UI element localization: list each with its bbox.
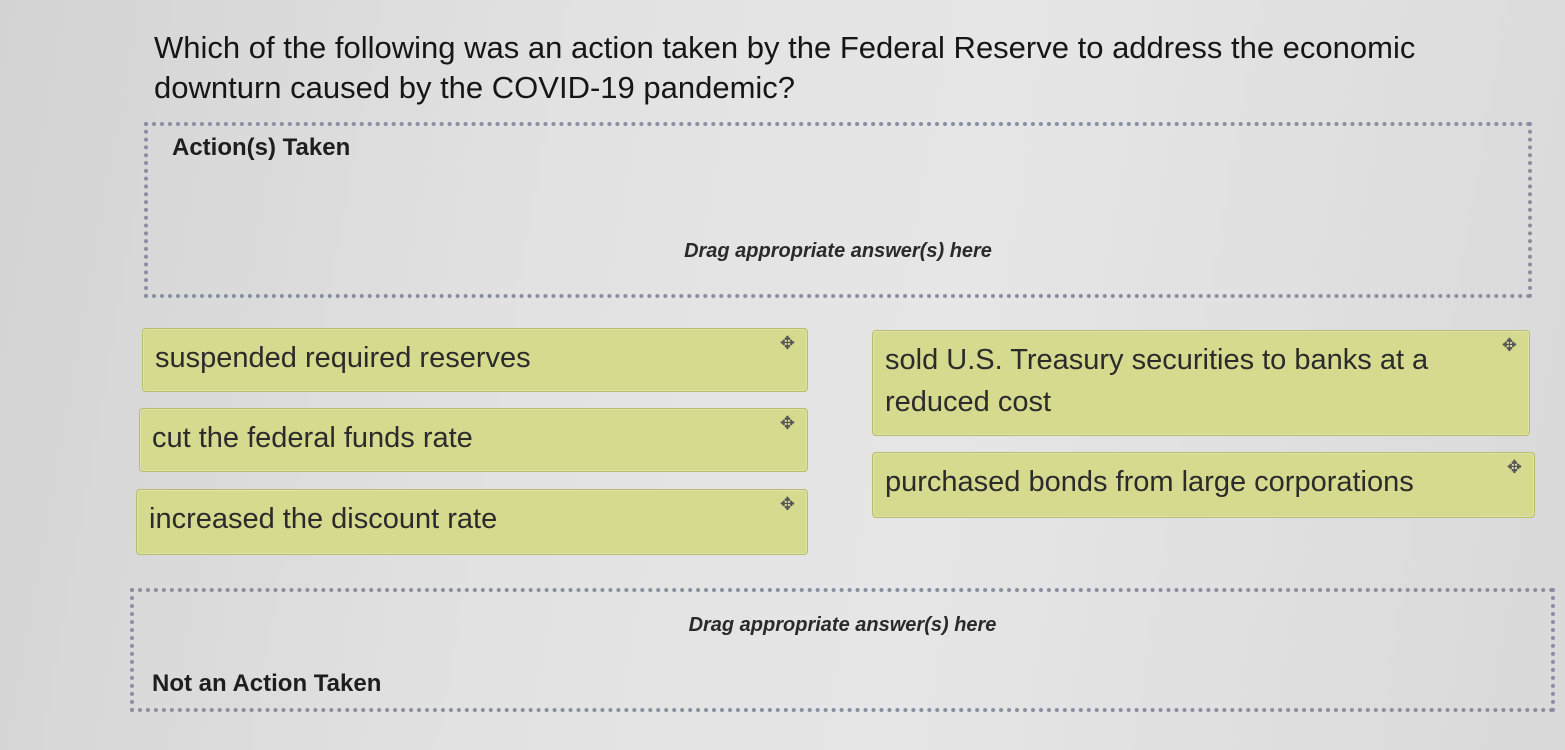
answer-tile-label: suspended required reserves xyxy=(155,342,531,374)
answer-tile-cut-federal-funds-rate[interactable]: cut the federal funds rate ✥ xyxy=(139,408,808,472)
answer-tile-suspended-required-reserves[interactable]: suspended required reserves ✥ xyxy=(142,328,808,392)
answer-tile-label: sold U.S. Treasury securities to banks a… xyxy=(885,344,1429,418)
answer-tile-label: cut the federal funds rate xyxy=(152,422,473,454)
dropzone-label: Action(s) Taken xyxy=(172,134,351,161)
move-icon: ✥ xyxy=(779,494,795,514)
answer-tile-purchased-corporate-bonds[interactable]: purchased bonds from large corporations … xyxy=(872,452,1535,518)
drop-hint: Drag appropriate answer(s) here xyxy=(684,240,992,262)
dropzone-actions-taken[interactable]: Action(s) Taken Drag appropriate answer(… xyxy=(144,122,1532,298)
answer-tile-sold-treasury-securities[interactable]: sold U.S. Treasury securities to banks a… xyxy=(872,330,1530,436)
dropzone-not-an-action-taken[interactable]: Drag appropriate answer(s) here Not an A… xyxy=(130,588,1555,712)
question-text: Which of the following was an action tak… xyxy=(154,30,1416,105)
dropzone-label: Not an Action Taken xyxy=(152,670,382,697)
move-icon: ✥ xyxy=(1506,457,1522,477)
drop-hint: Drag appropriate answer(s) here xyxy=(688,614,997,636)
move-icon: ✥ xyxy=(779,333,795,353)
move-icon: ✥ xyxy=(779,413,795,433)
answer-tile-label: purchased bonds from large corporations xyxy=(885,466,1414,498)
answer-tile-label: increased the discount rate xyxy=(149,503,498,535)
move-icon: ✥ xyxy=(1501,335,1517,355)
answer-tile-increased-discount-rate[interactable]: increased the discount rate ✥ xyxy=(136,489,808,555)
